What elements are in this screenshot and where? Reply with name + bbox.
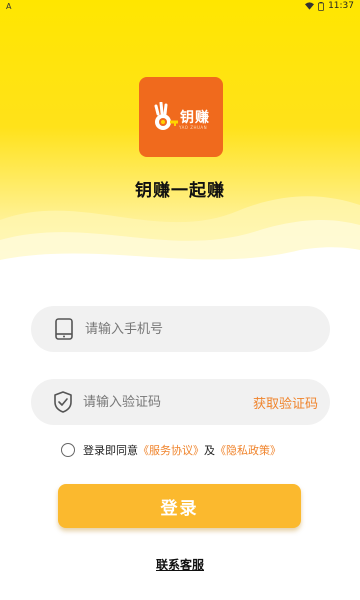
battery-icon xyxy=(318,1,324,11)
service-agreement-link[interactable]: 《服务协议》 xyxy=(138,442,204,458)
logo-subtext: YAO ZHUAN xyxy=(179,125,208,130)
status-left-label: A xyxy=(6,1,12,11)
wifi-icon xyxy=(305,2,315,10)
code-field: 获取验证码 xyxy=(31,379,330,425)
code-input[interactable] xyxy=(83,379,253,425)
contact-row: 联系客服 xyxy=(0,556,360,573)
status-time: 11:37 xyxy=(328,1,354,11)
agreement-row: 登录即同意 《服务协议》 及 《隐私政策》 xyxy=(61,441,281,459)
get-code-button[interactable]: 获取验证码 xyxy=(253,393,318,412)
agree-radio[interactable] xyxy=(61,443,75,457)
key-hand-icon xyxy=(154,102,178,130)
phone-icon xyxy=(53,318,75,340)
status-bar: A 11:37 xyxy=(0,0,360,12)
logo-text: 钥赚 xyxy=(180,110,210,126)
login-button[interactable]: 登录 xyxy=(58,484,301,528)
agree-prefix: 登录即同意 xyxy=(83,444,138,457)
phone-field xyxy=(31,306,330,352)
contact-support-link[interactable]: 联系客服 xyxy=(156,558,204,572)
agree-joiner: 及 xyxy=(204,444,215,457)
decorative-waves xyxy=(0,196,360,282)
phone-input[interactable] xyxy=(85,306,330,352)
app-logo: 钥赚 YAO ZHUAN xyxy=(139,77,223,157)
app-title: 钥赚一起赚 xyxy=(135,181,225,201)
privacy-policy-link[interactable]: 《隐私政策》 xyxy=(215,442,281,458)
shield-check-icon xyxy=(53,391,73,413)
